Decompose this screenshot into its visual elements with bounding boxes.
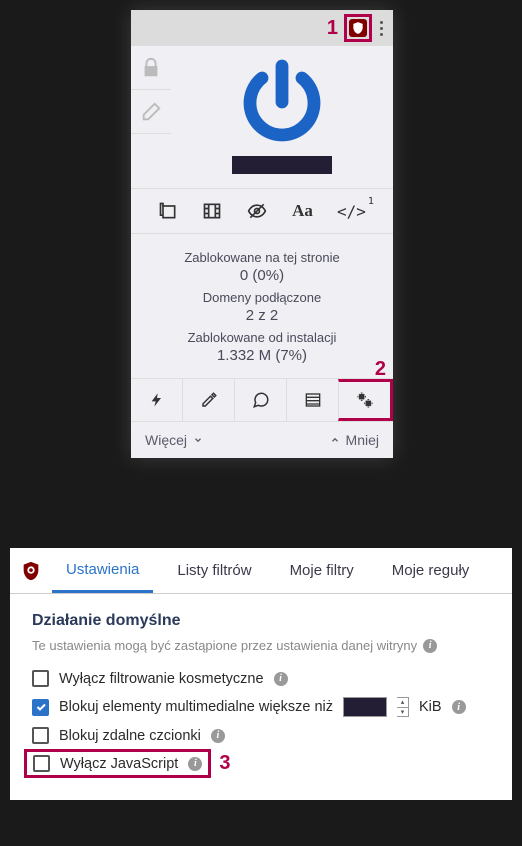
blocked-page-value: 0 (0%)	[139, 267, 385, 284]
code-icon[interactable]: </>1	[337, 202, 366, 221]
section-title: Działanie domyślne	[32, 612, 490, 630]
expand-row: Więcej Mniej	[131, 422, 393, 458]
info-icon[interactable]: i	[452, 700, 466, 714]
popup-icon[interactable]	[158, 201, 178, 221]
annotation-2: 2	[375, 358, 386, 381]
blocked-page-label: Zablokowane na tej stronie	[139, 250, 385, 265]
tab-filter-lists[interactable]: Listy filtrów	[163, 550, 265, 591]
option-block-fonts[interactable]: Blokuj zdalne czcionki i	[32, 722, 490, 749]
checkbox-cosmetic[interactable]	[32, 670, 49, 687]
blocked-install-label: Zablokowane od instalacji	[139, 330, 385, 345]
checkbox-js[interactable]	[33, 755, 50, 772]
bolt-icon[interactable]	[131, 379, 182, 421]
bottom-tool-row: 2	[131, 378, 393, 422]
settings-body: Działanie domyślne Te ustawienia mogą by…	[10, 594, 512, 800]
ublock-extension-icon[interactable]	[349, 19, 367, 37]
chevron-down-icon	[193, 435, 203, 445]
tab-my-filters[interactable]: Moje filtry	[276, 550, 368, 591]
popup-sidebar	[131, 46, 171, 188]
lock-icon[interactable]	[131, 46, 171, 90]
power-area	[171, 46, 393, 188]
tab-my-rules[interactable]: Moje reguły	[378, 550, 484, 591]
option-disable-js-highlight[interactable]: Wyłącz JavaScript i	[24, 749, 211, 778]
info-icon[interactable]: i	[211, 729, 225, 743]
site-url-redacted	[232, 156, 332, 174]
popup-body: Aa </>1 Zablokowane na tej stronie 0 (0%…	[131, 46, 393, 458]
chat-icon[interactable]	[234, 379, 286, 421]
font-icon[interactable]: Aa	[292, 201, 313, 221]
checkbox-fonts[interactable]	[32, 727, 49, 744]
info-icon[interactable]: i	[188, 757, 202, 771]
domains-label: Domeny podłączone	[139, 290, 385, 305]
list-icon[interactable]	[286, 379, 338, 421]
option-cosmetic-filtering[interactable]: Wyłącz filtrowanie kosmetyczne i	[32, 665, 490, 692]
power-button[interactable]	[234, 54, 330, 150]
info-icon[interactable]: i	[274, 672, 288, 686]
eraser-icon[interactable]	[131, 90, 171, 134]
blocked-install-value: 1.332 M (7%)	[139, 347, 385, 364]
tool-row: Aa </>1	[131, 188, 393, 234]
tabs-row: Ustawienia Listy filtrów Moje filtry Moj…	[10, 548, 512, 594]
tab-settings[interactable]: Ustawienia	[52, 549, 153, 593]
less-toggle[interactable]: Mniej	[330, 432, 379, 448]
ublock-popup: 1	[131, 10, 393, 458]
ublock-logo-icon	[20, 560, 42, 582]
media-size-input[interactable]	[343, 697, 387, 717]
chevron-up-icon	[330, 435, 340, 445]
extension-icon-highlight	[344, 14, 372, 42]
media-size-spinner[interactable]: ▴▾	[397, 697, 409, 717]
section-subtitle: Te ustawienia mogą być zastąpione przez …	[32, 638, 490, 653]
dropper-icon[interactable]	[182, 379, 234, 421]
eye-slash-icon[interactable]	[246, 201, 268, 221]
annotation-3: 3	[219, 752, 230, 775]
more-toggle[interactable]: Więcej	[145, 432, 203, 448]
settings-panel: Ustawienia Listy filtrów Moje filtry Moj…	[10, 548, 512, 800]
browser-menu-icon[interactable]	[376, 21, 387, 36]
annotation-1: 1	[327, 17, 338, 40]
settings-button[interactable]: 2	[338, 379, 393, 421]
domains-value: 2 z 2	[139, 307, 385, 324]
film-icon[interactable]	[202, 201, 222, 221]
option-block-media[interactable]: Blokuj elementy multimedialne większe ni…	[32, 692, 490, 722]
info-icon[interactable]: i	[423, 639, 437, 653]
checkbox-media[interactable]	[32, 699, 49, 716]
browser-toolbar: 1	[131, 10, 393, 46]
stats-block: Zablokowane na tej stronie 0 (0%) Domeny…	[131, 234, 393, 378]
